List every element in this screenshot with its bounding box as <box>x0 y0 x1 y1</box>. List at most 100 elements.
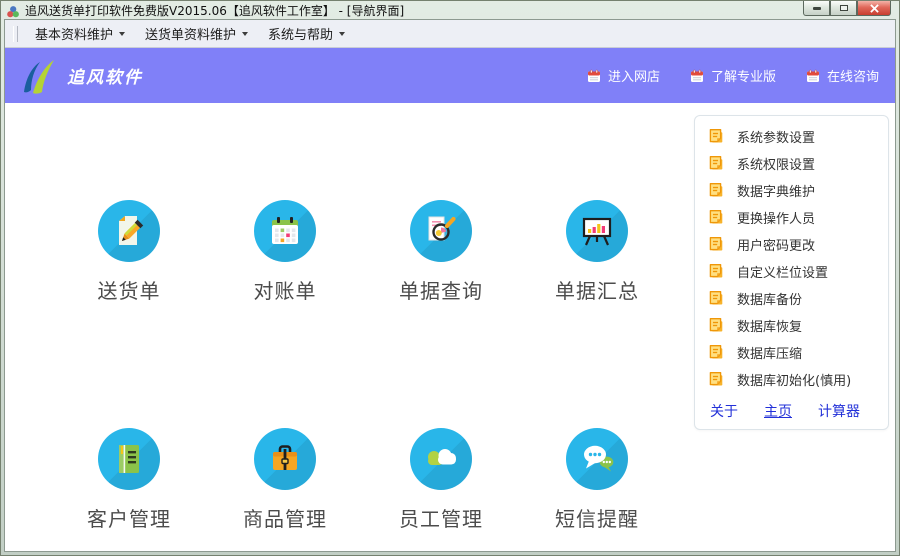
calendar-icon <box>587 69 600 82</box>
header-link-label: 在线咨询 <box>826 70 879 85</box>
tile-label: 客户管理 <box>87 507 171 531</box>
tile-document-summary[interactable]: 单据汇总 <box>519 200 675 304</box>
sidebar-item-label: 自定义栏位设置 <box>737 266 829 281</box>
note-icon <box>709 291 723 305</box>
tile-document-query[interactable]: 单据查询 <box>363 200 519 304</box>
brand: 追风软件 <box>17 56 143 96</box>
note-icon <box>709 210 723 224</box>
header-link-label: 了解专业版 <box>710 70 776 85</box>
note-icon <box>709 345 723 359</box>
menu-basic-data[interactable]: 基本资料维护 <box>27 20 133 47</box>
minimize-icon <box>812 6 821 10</box>
delivery-note-icon <box>119 216 144 245</box>
sidebar-item-label: 数据库备份 <box>737 293 803 308</box>
note-icon <box>709 372 723 386</box>
tile-circle <box>410 428 472 490</box>
sidebar-item-change-operator[interactable]: 更换操作人员 <box>707 204 878 231</box>
app-window: 追风送货单打印软件免费版V2015.06【追风软件工作室】 - [导航界面] 基… <box>0 0 900 556</box>
chat-bubbles-icon <box>584 445 614 472</box>
title-bar: 追风送货单打印软件免费版V2015.06【追风软件工作室】 - [导航界面] <box>1 1 899 20</box>
sidebar-item-system-permissions[interactable]: 系统权限设置 <box>707 150 878 177</box>
link-online-store[interactable]: 进入网店 <box>587 66 660 85</box>
window-title: 追风送货单打印软件免费版V2015.06【追风软件工作室】 - [导航界面] <box>25 4 405 18</box>
menu-label: 基本资料维护 <box>35 28 114 43</box>
tile-circle <box>410 200 472 262</box>
brand-logo-icon <box>24 59 54 94</box>
chart-board-icon <box>582 217 612 246</box>
sidebar-item-label: 数据字典维护 <box>737 185 816 200</box>
sidebar-item-label: 系统权限设置 <box>737 158 816 173</box>
chevron-down-icon <box>242 31 249 36</box>
tile-circle <box>254 200 316 262</box>
sidebar-item-label: 数据库初始化(慎用) <box>737 374 852 389</box>
settings-panel: 系统参数设置 系统权限设置 数据字典维护 更换操作人员 用户密码更改 自定义栏位… <box>694 115 889 430</box>
tile-label: 送货单 <box>97 279 161 303</box>
homepage-link[interactable]: 主页 <box>764 401 792 421</box>
sidebar-item-label: 数据库压缩 <box>737 347 803 362</box>
toolbar-gripper <box>13 25 18 42</box>
tile-circle <box>566 428 628 490</box>
minimize-button[interactable] <box>803 1 830 16</box>
tile-employee-management[interactable]: 员工管理 <box>363 428 519 532</box>
sidebar-item-custom-fields[interactable]: 自定义栏位设置 <box>707 258 878 285</box>
sidebar-item-change-password[interactable]: 用户密码更改 <box>707 231 878 258</box>
window-controls <box>803 1 891 16</box>
tile-delivery-note[interactable]: 送货单 <box>51 200 207 304</box>
calendar-icon <box>690 69 703 82</box>
calendar-statement-icon <box>272 217 298 244</box>
tile-circle <box>566 200 628 262</box>
tile-label: 对账单 <box>253 279 317 303</box>
sidebar-item-db-backup[interactable]: 数据库备份 <box>707 285 878 312</box>
tiles-row-1: 送货单 对账单 单据查询 单据汇总 <box>51 200 675 304</box>
tile-product-management[interactable]: 商品管理 <box>207 428 363 532</box>
brand-name: 追风软件 <box>67 68 143 88</box>
menu-system-help[interactable]: 系统与帮助 <box>260 20 353 47</box>
tile-circle <box>98 428 160 490</box>
menu-delivery-data[interactable]: 送货单资料维护 <box>137 20 256 47</box>
menu-bar: 基本资料维护 送货单资料维护 系统与帮助 <box>5 20 895 48</box>
tile-sms-reminder[interactable]: 短信提醒 <box>519 428 675 532</box>
close-button[interactable] <box>857 1 891 16</box>
sidebar-item-label: 更换操作人员 <box>737 212 816 227</box>
header-link-label: 进入网店 <box>607 70 660 85</box>
main-area: 送货单 对账单 单据查询 单据汇总 客户管理 商品管理 员工管理 短信提醒 系统… <box>5 103 895 551</box>
tile-customer-management[interactable]: 客户管理 <box>51 428 207 532</box>
tile-label: 商品管理 <box>243 507 327 531</box>
window-body: 基本资料维护 送货单资料维护 系统与帮助 追风软件 进入网店 了解专业版 在线咨… <box>4 19 896 552</box>
menu-label: 送货单资料维护 <box>145 28 237 43</box>
maximize-button[interactable] <box>830 1 857 16</box>
sidebar-item-label: 用户密码更改 <box>737 239 816 254</box>
tile-label: 短信提醒 <box>555 507 639 531</box>
sidebar-item-label: 系统参数设置 <box>737 131 816 146</box>
tile-label: 员工管理 <box>399 507 483 531</box>
calendar-icon <box>806 69 819 82</box>
note-icon <box>709 237 723 251</box>
sidebar-item-data-dictionary[interactable]: 数据字典维护 <box>707 177 878 204</box>
note-icon <box>709 318 723 332</box>
clouds-icon <box>428 449 456 465</box>
about-link[interactable]: 关于 <box>710 401 738 421</box>
sidebar-footer: 关于 主页 计算器 <box>707 401 878 421</box>
note-icon <box>709 156 723 170</box>
notebook-icon <box>119 445 139 473</box>
note-icon <box>709 129 723 143</box>
link-pro-version[interactable]: 了解专业版 <box>690 66 776 85</box>
sidebar-item-db-restore[interactable]: 数据库恢复 <box>707 312 878 339</box>
header-links: 进入网店 了解专业版 在线咨询 <box>587 66 879 85</box>
calculator-link[interactable]: 计算器 <box>818 401 860 421</box>
maximize-icon <box>839 5 848 11</box>
sidebar-item-label: 数据库恢复 <box>737 320 803 335</box>
app-icon <box>6 4 20 18</box>
tiles-row-2: 客户管理 商品管理 员工管理 短信提醒 <box>51 428 675 532</box>
chevron-down-icon <box>339 31 346 36</box>
link-online-support[interactable]: 在线咨询 <box>806 66 879 85</box>
briefcase-icon <box>273 445 297 470</box>
menu-label: 系统与帮助 <box>268 28 334 43</box>
search-document-icon <box>428 216 456 241</box>
sidebar-item-db-initialize[interactable]: 数据库初始化(慎用) <box>707 366 878 393</box>
tile-statement[interactable]: 对账单 <box>207 200 363 304</box>
sidebar-item-system-params[interactable]: 系统参数设置 <box>707 123 878 150</box>
tile-circle <box>98 200 160 262</box>
note-icon <box>709 183 723 197</box>
sidebar-item-db-compress[interactable]: 数据库压缩 <box>707 339 878 366</box>
